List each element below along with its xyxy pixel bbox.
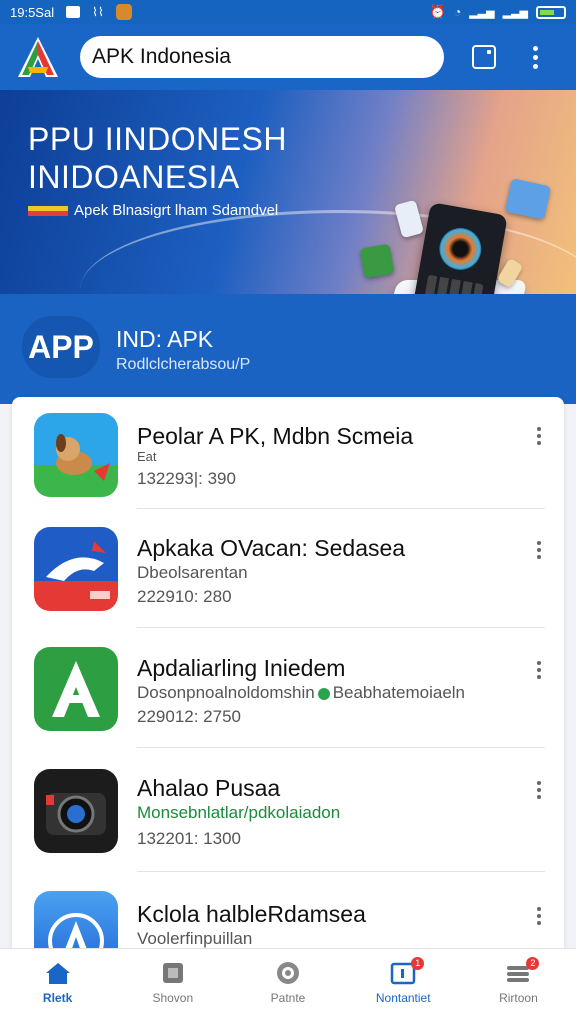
divider xyxy=(137,747,545,748)
nav-home[interactable]: Rletk xyxy=(0,949,115,1024)
banner-subtitle: Apek Blnasigrt lham Sdamdvel xyxy=(28,202,278,219)
app-meta: 222910: 280 xyxy=(137,587,232,606)
notification-badge: 1 xyxy=(411,957,425,970)
message-icon xyxy=(66,6,81,18)
search-value: APK Indonesia xyxy=(92,45,231,68)
app-bar: APK Indonesia xyxy=(0,24,576,90)
status-bar: 19:5Sal ⌇⌇ ⏰ ◔ ▂▃▅ ▂▃▅ xyxy=(0,0,576,24)
list-item[interactable]: Apdaliarling Iniedem Dosonpnoalnoldomshi… xyxy=(12,635,564,755)
app-name: IND: APK xyxy=(116,326,214,352)
more-options-icon[interactable] xyxy=(536,541,542,559)
more-options-icon[interactable] xyxy=(536,661,542,679)
more-options-icon[interactable] xyxy=(536,781,542,799)
app-title: Kclola halbleRdamsea xyxy=(137,901,366,927)
banner-title: PPU IINDONESH INIDOANESIA xyxy=(28,121,287,195)
camera-icon xyxy=(34,769,118,853)
shield-icon xyxy=(275,961,301,985)
letter-a-icon xyxy=(34,647,118,731)
app-logo[interactable]: APP xyxy=(22,316,100,378)
app-meta: 229012: 2750 xyxy=(137,707,241,726)
square-icon xyxy=(160,961,186,985)
notification-badge: 2 xyxy=(526,957,540,970)
signal-x-icon: ⌇⌇ xyxy=(92,5,104,19)
floating-app-icon xyxy=(504,178,552,220)
app-category: Voolerfinpuillan xyxy=(137,929,253,948)
app-title: Peolar A PK, Mdbn Scmeia xyxy=(137,423,414,449)
app-title: Apdaliarling Iniedem xyxy=(137,655,346,681)
alarm-icon: ⏰ xyxy=(429,4,446,19)
notification-app-icon xyxy=(115,4,132,20)
apk-logo-icon[interactable] xyxy=(16,35,60,79)
app-category: Dbeolsarentan xyxy=(137,563,248,582)
list-item[interactable]: Kclola halbleRdamsea Voolerfinpuillan xyxy=(12,877,564,957)
search-input[interactable]: APK Indonesia xyxy=(80,36,444,78)
bottom-navigation: Rletk Shovon Patnte 1 Nontantiet 2 Rirto… xyxy=(0,948,576,1024)
update-icon: 1 xyxy=(390,957,425,985)
app-subtitle: Rodlclcherabsou/P xyxy=(116,356,251,373)
list-item[interactable]: Apkaka OVacan: Sedasea Dbeolsarentan 222… xyxy=(12,515,564,635)
nav-label: Rletk xyxy=(42,991,73,1005)
nav-rirtoon[interactable]: 2 Rirtoon xyxy=(461,949,576,1024)
floating-app-icon xyxy=(359,243,395,279)
cell-signal-2-icon: ▂▃▅ xyxy=(502,6,528,19)
list-item[interactable]: Peolar A PK, Mdbn Scmeia Eat 132293|: 39… xyxy=(12,397,564,517)
app-title: Ahalao Pusaa xyxy=(137,775,281,801)
badge-icon xyxy=(317,687,330,700)
more-options-icon[interactable] xyxy=(536,427,542,445)
app-list: Peolar A PK, Mdbn Scmeia Eat 132293|: 39… xyxy=(12,397,564,957)
divider xyxy=(137,627,545,628)
nav-nontantiet[interactable]: 1 Nontantiet xyxy=(346,949,461,1024)
divider xyxy=(137,871,545,872)
app-meta: 132201: 1300 xyxy=(137,829,241,848)
nav-patnte[interactable]: Patnte xyxy=(230,949,345,1024)
nav-label: Nontantiet xyxy=(375,991,431,1005)
battery-icon xyxy=(536,5,566,19)
app-meta: 132293|: 390 xyxy=(137,469,236,488)
app-title: Apkaka OVacan: Sedasea xyxy=(137,535,406,561)
overflow-menu-icon[interactable] xyxy=(532,45,538,69)
app-category: Monsebnlatlar/pdkolaiadon xyxy=(137,803,341,822)
divider xyxy=(137,508,545,509)
cell-signal-icon: ▂▃▅ xyxy=(469,6,495,19)
nav-label: Patnte xyxy=(270,991,306,1005)
status-time: 19:5Sal xyxy=(10,4,55,20)
wifi-icon: ◔ xyxy=(453,5,462,19)
indonesia-flag-icon xyxy=(28,205,68,216)
shark-icon xyxy=(34,527,118,611)
nav-shovon[interactable]: Shovon xyxy=(115,949,230,1024)
download-manager-icon[interactable] xyxy=(472,45,496,69)
stack-icon: 2 xyxy=(505,957,540,985)
app-category: Eat xyxy=(137,449,157,464)
more-options-icon[interactable] xyxy=(536,907,542,925)
nav-label: Shovon xyxy=(152,991,194,1005)
dog-icon xyxy=(34,413,118,497)
nav-label: Rirtoon xyxy=(499,991,538,1005)
list-item[interactable]: Ahalao Pusaa Monsebnlatlar/pdkolaiadon 1… xyxy=(12,755,564,875)
app-category: Dosonpnoalnoldomshin Beabhatemoiaeln xyxy=(137,683,466,702)
home-icon xyxy=(45,961,71,985)
